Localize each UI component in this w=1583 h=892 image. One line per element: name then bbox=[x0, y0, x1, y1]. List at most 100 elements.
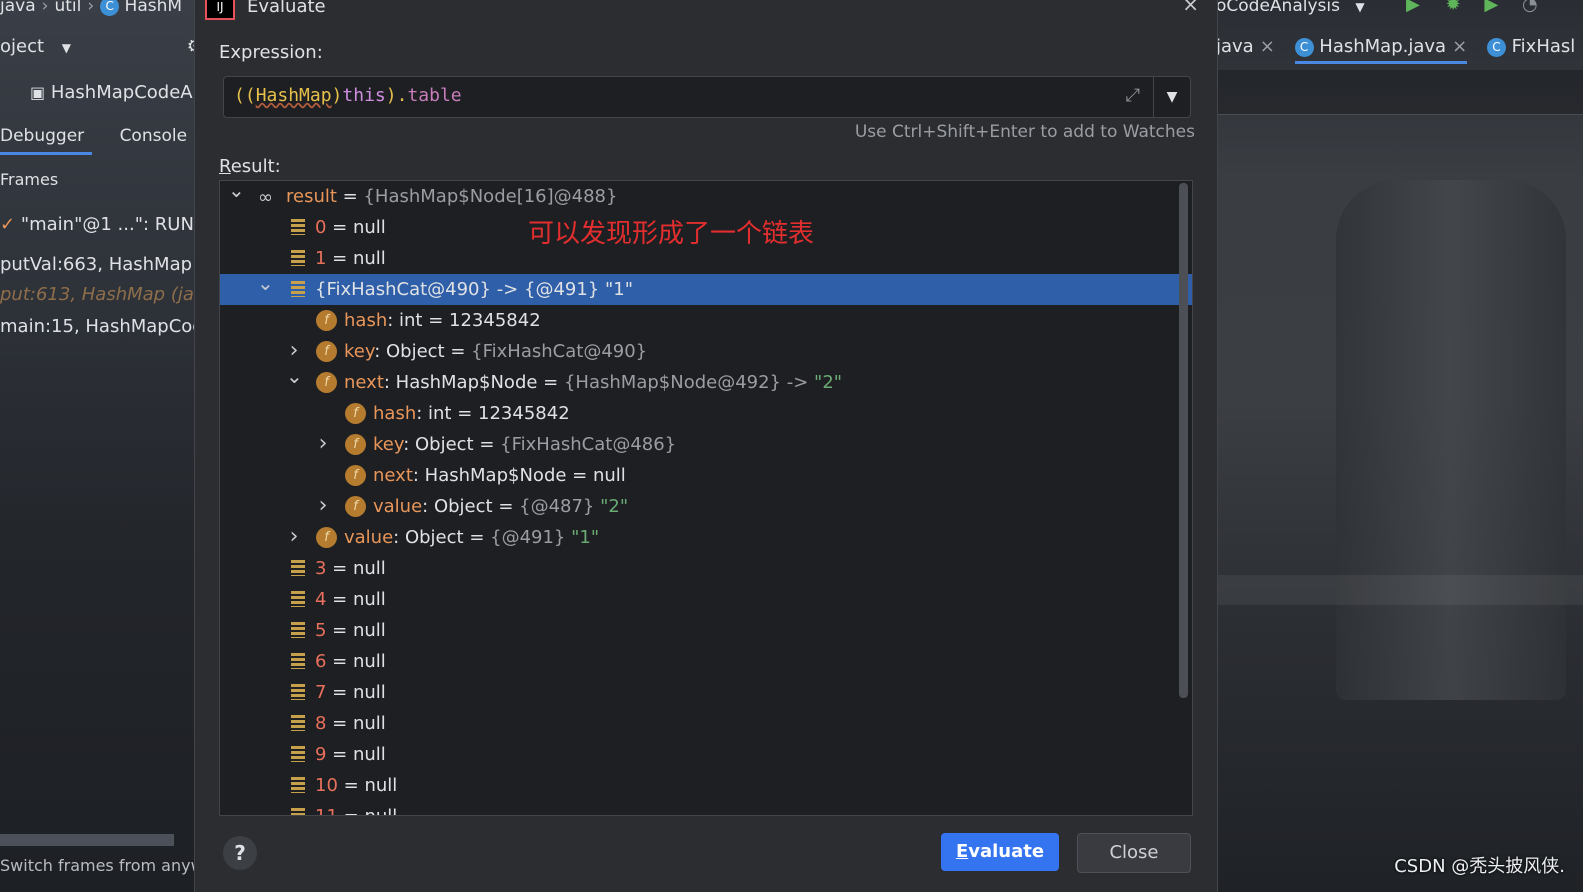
variable-value: {FixHashCat@490} -> {@491} bbox=[315, 279, 600, 300]
tree-row-text: result = {HashMap$Node[16]@488} bbox=[286, 181, 617, 212]
chevron-down-icon: ▼ bbox=[61, 41, 72, 55]
editor-tab[interactable]: java × bbox=[1216, 36, 1275, 57]
tree-row[interactable]: f hash: int = 12345842 bbox=[220, 398, 1192, 429]
tree-row[interactable]: 9 = null bbox=[220, 739, 1192, 770]
close-icon[interactable]: × bbox=[1182, 0, 1199, 16]
result-tree[interactable]: 11 = null10 = null9 = null8 = null7 = nu… bbox=[219, 180, 1193, 816]
breadcrumb-item[interactable]: java bbox=[0, 0, 36, 16]
close-button[interactable]: Close bbox=[1077, 833, 1191, 873]
vertical-scrollbar[interactable] bbox=[1179, 183, 1188, 698]
tree-row[interactable]: 3 = null bbox=[220, 553, 1192, 584]
variable-name: 5 bbox=[315, 620, 327, 641]
breadcrumb-item[interactable]: HashM bbox=[125, 0, 183, 16]
variable-value: null bbox=[352, 744, 386, 765]
equals-sign: = bbox=[326, 589, 353, 610]
tree-row[interactable]: 10 = null bbox=[220, 770, 1192, 801]
close-icon[interactable]: × bbox=[1452, 36, 1467, 57]
tree-row-text: value: Object = {@491} "1" bbox=[344, 522, 599, 553]
tree-row[interactable]: 6 = null bbox=[220, 646, 1192, 677]
tree-row[interactable]: 5 = null bbox=[220, 615, 1192, 646]
equals-sign: = bbox=[463, 527, 491, 548]
tree-row[interactable]: ⌄ f next: HashMap$Node = {HashMap$Node@492… bbox=[220, 364, 1192, 398]
project-label: oject bbox=[0, 36, 45, 57]
tree-row[interactable]: 11 = null bbox=[220, 801, 1192, 815]
editor-tab-active[interactable]: C HashMap.java × bbox=[1294, 36, 1468, 64]
run-config-selector[interactable]: oCodeAnalysis ▼ bbox=[1216, 0, 1365, 16]
frames-label: Frames bbox=[0, 170, 59, 189]
expression-input[interactable]: ((HashMap)this).table ⤢ ▼ bbox=[223, 76, 1191, 118]
variable-value: null bbox=[352, 651, 386, 672]
intellij-logo-icon: IJ bbox=[205, 0, 235, 20]
equals-sign: = bbox=[566, 465, 593, 486]
tab-label: FixHasl bbox=[1511, 36, 1576, 57]
editor-tab[interactable]: C FixHasl bbox=[1486, 36, 1576, 57]
project-selector[interactable]: oject ▼ ⚙ bbox=[0, 36, 194, 57]
expand-arrow-icon[interactable]: › bbox=[286, 521, 302, 552]
tab-debugger[interactable]: Debugger bbox=[0, 126, 93, 155]
tab-console[interactable]: Console bbox=[120, 126, 194, 152]
equals-sign: = bbox=[337, 775, 365, 796]
watermark: CSDN @秃头披风侠. bbox=[1394, 856, 1565, 877]
expression-text[interactable]: ((HashMap)this).table bbox=[234, 85, 462, 106]
string-value: "2" bbox=[594, 496, 629, 517]
tree-row-text: next: HashMap$Node = null bbox=[373, 460, 626, 491]
tree-row-text: next: HashMap$Node = {HashMap$Node@492} … bbox=[344, 367, 842, 398]
frame-item[interactable]: main:15, HashMapCod bbox=[0, 316, 194, 337]
evaluate-dialog: IJ Evaluate × Expression: ((HashMap)this)… bbox=[194, 0, 1218, 892]
tree-row[interactable]: › f key: Object = {FixHashCat@490} bbox=[220, 336, 1192, 367]
tree-row[interactable]: f next: HashMap$Node = null bbox=[220, 460, 1192, 491]
array-element-icon bbox=[291, 777, 305, 793]
breadcrumb-separator: › bbox=[87, 0, 95, 16]
tree-row-text: 4 = null bbox=[315, 584, 386, 615]
tree-row-text: 7 = null bbox=[315, 677, 386, 708]
variable-value: null bbox=[352, 217, 386, 238]
array-element-icon bbox=[291, 746, 305, 762]
horizontal-scrollbar[interactable] bbox=[0, 834, 174, 846]
tree-row-text: value: Object = {@487} "2" bbox=[373, 491, 628, 522]
thread-selector[interactable]: ✓ "main"@1 ...": RUNN bbox=[0, 214, 194, 235]
breadcrumb-item[interactable]: util bbox=[54, 0, 81, 16]
breadcrumb-separator: › bbox=[41, 0, 49, 16]
string-value: "1" bbox=[599, 279, 633, 300]
profile-icon[interactable]: ◔ bbox=[1522, 0, 1538, 15]
array-element-icon bbox=[291, 591, 305, 607]
variable-type: : Object bbox=[374, 341, 445, 362]
result-mnemonic: R bbox=[219, 156, 231, 177]
variable-name: key bbox=[344, 341, 375, 362]
help-button[interactable]: ? bbox=[223, 836, 257, 870]
expand-icon[interactable]: ⤢ bbox=[1126, 85, 1140, 106]
tree-row[interactable]: ⌄ ∞ result = {HashMap$Node[16]@488} bbox=[220, 181, 1192, 212]
expand-arrow-icon[interactable]: › bbox=[315, 490, 331, 521]
array-element-icon bbox=[291, 560, 305, 576]
tree-row[interactable]: 7 = null bbox=[220, 677, 1192, 708]
tree-row-text: 5 = null bbox=[315, 615, 386, 646]
variable-value: {@487} bbox=[519, 496, 595, 517]
tree-row[interactable]: › f key: Object = {FixHashCat@486} bbox=[220, 429, 1192, 460]
tree-row[interactable]: › f value: Object = {@487} "2" bbox=[220, 491, 1192, 522]
tree-row[interactable]: 4 = null bbox=[220, 584, 1192, 615]
history-dropdown-button[interactable]: ▼ bbox=[1153, 77, 1190, 117]
expand-arrow-icon[interactable]: › bbox=[315, 428, 331, 459]
evaluate-button[interactable]: Evaluate bbox=[941, 833, 1059, 871]
coverage-icon[interactable]: ▶ bbox=[1484, 0, 1498, 15]
variable-name: 1 bbox=[315, 248, 327, 269]
expand-arrow-icon[interactable]: › bbox=[286, 335, 302, 366]
variable-value: null bbox=[352, 682, 386, 703]
tree-row[interactable]: ⌄ {FixHashCat@490} -> {@491} "1" bbox=[220, 271, 1192, 305]
collapse-arrow-icon[interactable]: ⌄ bbox=[228, 181, 245, 206]
tree-row-text: hash: int = 12345842 bbox=[373, 398, 570, 429]
frame-item[interactable]: put:613, HashMap (jav bbox=[0, 284, 194, 305]
frame-item[interactable]: putVal:663, HashMap ( bbox=[0, 254, 194, 275]
run-tab[interactable]: ▣ HashMapCodeA bbox=[30, 82, 193, 103]
tree-row[interactable]: › f value: Object = {@491} "1" bbox=[220, 522, 1192, 553]
equals-sign: = bbox=[492, 496, 520, 517]
tree-row[interactable]: 8 = null bbox=[220, 708, 1192, 739]
array-element-icon bbox=[291, 219, 305, 235]
string-value: "1" bbox=[565, 527, 600, 548]
tree-row[interactable]: f hash: int = 12345842 bbox=[220, 305, 1192, 336]
run-icon[interactable]: ▶ bbox=[1406, 0, 1420, 15]
debug-icon[interactable]: ✹ bbox=[1446, 0, 1461, 15]
variable-value: null bbox=[592, 465, 626, 486]
close-icon[interactable]: × bbox=[1260, 36, 1275, 57]
gear-icon[interactable]: ⚙ bbox=[187, 36, 194, 57]
